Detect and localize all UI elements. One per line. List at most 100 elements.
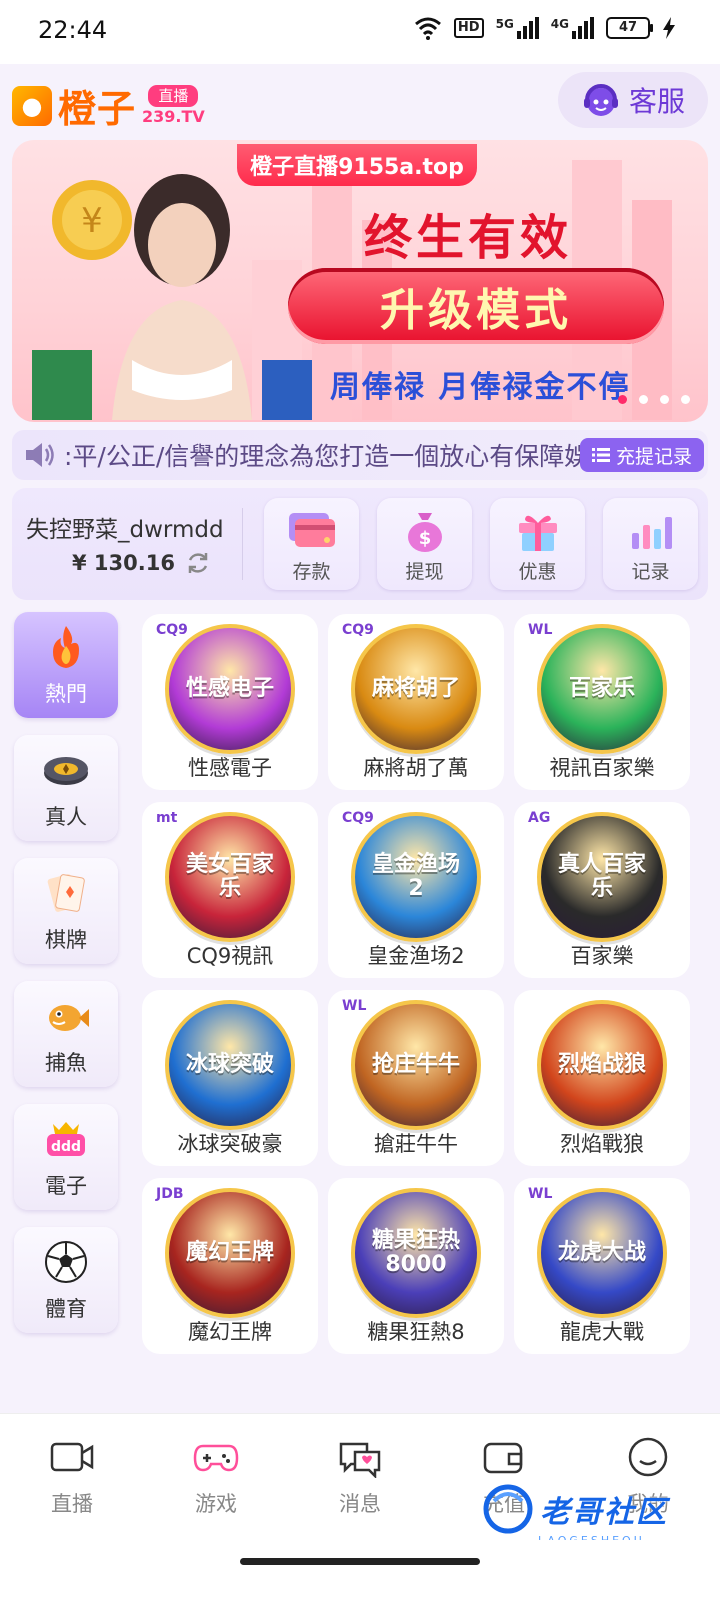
customer-service-button[interactable]: 客服 — [558, 72, 708, 128]
tab-label: 消息 — [339, 1492, 381, 1516]
game-thumbnail: 龙虎大战 — [537, 1188, 667, 1318]
game-thumbnail: 百家乐 — [537, 624, 667, 754]
category-label: 體育 — [45, 1297, 87, 1321]
game-provider-badge: CQ9 — [342, 622, 374, 638]
deposit-withdraw-record-button[interactable]: 充提记录 — [579, 438, 704, 472]
game-name: 性感電子 — [188, 756, 272, 780]
svg-text:$: $ — [418, 528, 431, 549]
records-button[interactable]: 记录 — [603, 498, 698, 590]
refresh-icon[interactable] — [185, 550, 211, 576]
wallet-divider — [242, 508, 243, 580]
withdraw-label: 提现 — [405, 561, 444, 583]
game-thumbnail: 性感电子 — [165, 624, 295, 754]
customer-service-label: 客服 — [628, 85, 685, 118]
tab-messages[interactable]: 消息 — [288, 1414, 432, 1540]
game-provider-badge: WL — [528, 1186, 553, 1202]
game-thumbnail-title: 糖果狂热8000 — [371, 1227, 460, 1277]
game-card[interactable]: CQ9 性感电子 性感電子 — [142, 614, 318, 790]
app-logo[interactable]: ● 橙子 直播 239.TV — [12, 78, 205, 133]
svg-text:ddd: ddd — [51, 1139, 81, 1155]
promotion-button[interactable]: 优惠 — [490, 498, 585, 590]
hd-badge: HD — [453, 18, 484, 38]
banner-dot[interactable] — [681, 395, 690, 404]
game-card[interactable]: mt 美女百家乐 CQ9視訊 — [142, 802, 318, 978]
game-thumbnail: 皇金渔场2 — [351, 812, 481, 942]
watermark-text: 老哥社区 — [540, 1495, 668, 1530]
banner-pill: 升级模式 — [288, 268, 664, 344]
smiley-icon — [628, 1437, 668, 1477]
banner-dot[interactable] — [660, 395, 669, 404]
category-sidebar: 熱門 真人 棋牌 捕魚 ddd 電子 體育 — [14, 612, 120, 1350]
wallet-icon — [483, 1442, 523, 1474]
promotion-label: 优惠 — [518, 561, 557, 583]
money-bag-icon: $ — [407, 513, 442, 552]
game-name: 冰球突破豪 — [177, 1132, 283, 1156]
category-fishing[interactable]: 捕魚 — [14, 981, 118, 1087]
category-label: 真人 — [45, 805, 87, 829]
game-name: 麻將胡了萬 — [363, 756, 469, 780]
username: 失控野菜_dwrmdd — [26, 517, 224, 543]
game-thumbnail-title: 冰球突破 — [185, 1051, 274, 1077]
chat-heart-icon — [339, 1442, 381, 1478]
tab-games[interactable]: 游戏 — [144, 1414, 288, 1540]
wallet-panel: 失控野菜_dwrmdd ¥ 130.16 存款 $ 提现 优惠 记录 — [12, 488, 708, 600]
notice-text: :平/公正/信譽的理念為您打造一個放心有保障娛 — [64, 442, 580, 471]
game-thumbnail-title: 美女百家乐 — [185, 851, 274, 901]
promo-banner[interactable]: ¥ 橙子直播9155a.top 终生有效 升级模式 周俸禄 月俸禄金不停 — [12, 140, 708, 422]
soccer-ball-icon — [45, 1241, 87, 1283]
game-card[interactable]: CQ9 皇金渔场2 皇金渔场2 — [328, 802, 504, 978]
game-provider-badge: AG — [528, 810, 551, 826]
category-label: 棋牌 — [45, 928, 87, 952]
game-card[interactable]: 冰球突破 冰球突破豪 — [142, 990, 318, 1166]
category-cards[interactable]: 棋牌 — [14, 858, 118, 964]
game-card[interactable]: CQ9 麻将胡了麻將胡了萬 — [328, 614, 504, 790]
game-provider-badge: mt — [156, 810, 178, 826]
game-provider-badge: CQ9 — [342, 810, 374, 826]
svg-text:¥: ¥ — [81, 201, 103, 241]
bar-chart-icon — [631, 517, 672, 549]
category-slots[interactable]: ddd 電子 — [14, 1104, 118, 1210]
category-hot[interactable]: 熱門 — [14, 612, 118, 718]
game-thumbnail-title: 龙虎大战 — [557, 1239, 646, 1265]
slot-machine-icon: ddd — [47, 1122, 85, 1156]
logo-badge-icon: ● — [12, 85, 52, 126]
game-name: 百家樂 — [570, 944, 634, 968]
status-icons: HD 5G 4G 47 — [414, 16, 676, 40]
withdraw-button[interactable]: $ 提现 — [377, 498, 472, 590]
tab-label: 游戏 — [195, 1492, 237, 1516]
charging-icon — [663, 17, 675, 39]
game-thumbnail-title: 麻将胡了 — [371, 675, 460, 701]
banner-pagination[interactable] — [618, 395, 690, 404]
game-card[interactable]: WL 抢庄牛牛 搶莊牛牛 — [328, 990, 504, 1166]
game-thumbnail: 抢庄牛牛 — [351, 1000, 481, 1130]
category-label: 熱門 — [45, 682, 87, 706]
game-thumbnail: 冰球突破 — [165, 1000, 295, 1130]
game-thumbnail-title: 百家乐 — [568, 675, 635, 701]
battery-icon: 47 — [606, 17, 653, 39]
banner-model-image: ¥ — [32, 174, 312, 420]
tab-live[interactable]: 直播 — [0, 1414, 144, 1540]
banner-dot[interactable] — [639, 395, 648, 404]
flame-icon — [53, 626, 79, 668]
deposit-button[interactable]: 存款 — [264, 498, 359, 590]
game-thumbnail: 真人百家乐 — [537, 812, 667, 942]
game-card[interactable]: JDB 魔幻王牌 魔幻王牌 — [142, 1178, 318, 1354]
game-name: 魔幻王牌 — [188, 1320, 272, 1344]
game-thumbnail-title: 抢庄牛牛 — [371, 1051, 460, 1077]
game-card[interactable]: WL 百家乐 視訊百家樂 — [514, 614, 690, 790]
game-thumbnail-title: 真人百家乐 — [557, 851, 646, 901]
fish-icon — [49, 1005, 89, 1031]
category-sports[interactable]: 體育 — [14, 1227, 118, 1333]
game-thumbnail-title: 皇金渔场2 — [371, 851, 460, 901]
category-live[interactable]: 真人 — [14, 735, 118, 841]
game-card[interactable]: WL 龙虎大战 龍虎大戰 — [514, 1178, 690, 1354]
game-card[interactable]: AG 真人百家乐百家樂 — [514, 802, 690, 978]
game-card[interactable]: 烈焰战狼 烈焰戰狼 — [514, 990, 690, 1166]
playing-card-icon — [47, 874, 85, 912]
top-bar: ● 橙子 直播 239.TV 客服 — [0, 64, 720, 134]
home-indicator[interactable] — [240, 1558, 480, 1565]
tab-label: 直播 — [51, 1492, 93, 1516]
banner-dot[interactable] — [618, 395, 627, 404]
game-card[interactable]: 糖果狂热8000 糖果狂熱8 — [328, 1178, 504, 1354]
game-name: 皇金渔场2 — [367, 944, 465, 968]
